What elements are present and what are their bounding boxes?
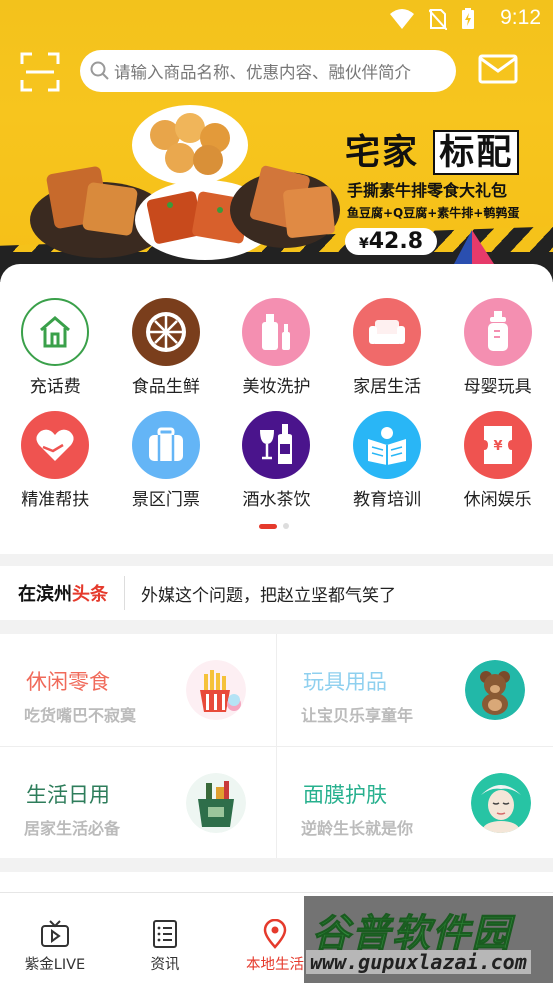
- wine-icon: [242, 411, 311, 479]
- category-item-aid[interactable]: 精准帮扶: [0, 411, 111, 510]
- status-bar: 9:12: [0, 0, 553, 40]
- promo-cards: 休闲零食 吃货嘴巴不寂寞 玩具用品 让宝贝乐享童年 生活日用 居家生活必备 面膜…: [0, 634, 553, 858]
- promo-card-skincare[interactable]: 面膜护肤 逆龄生长就是你: [277, 747, 553, 859]
- news-brand-b: 头条: [72, 584, 108, 605]
- card-subtitle: 居家生活必备: [24, 819, 121, 838]
- category-item-cosmetics[interactable]: 美妆洗护: [221, 298, 332, 397]
- card-title: 面膜护肤: [303, 783, 387, 807]
- card-subtitle: 逆龄生长就是你: [301, 819, 414, 838]
- category-grid: 充话费 食品生鲜 美妆洗护 家居生活 母婴玩具 精准帮扶 景区门票 酒水茶饮 教…: [0, 298, 553, 510]
- category-label: 家居生活: [353, 377, 422, 397]
- category-item-baby[interactable]: 母婴玩具: [442, 298, 553, 397]
- face-mask-icon: [471, 773, 531, 833]
- message-icon[interactable]: [478, 54, 518, 86]
- nav-item-live[interactable]: 紫金LIVE: [0, 893, 110, 983]
- promo-card-toys[interactable]: 玩具用品 让宝贝乐享童年: [277, 634, 553, 746]
- category-panel: 充话费 食品生鲜 美妆洗护 家居生活 母婴玩具 精准帮扶 景区门票 酒水茶饮 教…: [0, 264, 553, 554]
- battery-charging-icon: [462, 8, 474, 29]
- category-label: 充话费: [29, 377, 81, 397]
- banner-title-b: 标配: [433, 130, 520, 175]
- category-label: 酒水茶饮: [242, 490, 311, 510]
- no-sim-icon: [429, 9, 447, 30]
- food-illustration: [30, 105, 340, 260]
- category-item-tickets[interactable]: 景区门票: [111, 411, 222, 510]
- status-icons: [389, 8, 475, 30]
- category-label: 美妆洗护: [242, 377, 311, 397]
- baby-bottle-icon: [463, 298, 532, 366]
- card-title: 玩具用品: [303, 670, 387, 694]
- category-label: 母婴玩具: [463, 377, 532, 397]
- wifi-icon: [390, 9, 414, 29]
- orange-icon: [131, 298, 200, 366]
- watermark: 谷普软件园 www.gupuxlazai.com: [304, 896, 553, 983]
- category-label: 景区门票: [131, 490, 200, 510]
- price-currency: ¥: [359, 236, 369, 252]
- page-indicator: [259, 523, 289, 529]
- nav-label: 本地生活: [246, 957, 304, 973]
- category-item-food[interactable]: 食品生鲜: [111, 298, 222, 397]
- nav-label: 紫金LIVE: [24, 957, 86, 973]
- book-icon: [353, 411, 422, 479]
- promo-banner[interactable]: 9:12 请输入商品名称、优惠内容、融伙伴简介 宅家 标配 手撕素牛排零食大礼包…: [0, 0, 553, 282]
- category-item-education[interactable]: 教育培训: [332, 411, 443, 510]
- price-value: 42.8: [368, 229, 424, 254]
- house-icon: [21, 298, 90, 366]
- banner-subtitle: 手撕素牛排零食大礼包: [347, 181, 508, 200]
- banner-title-a: 宅家: [345, 132, 420, 173]
- teddy-bear-icon: [465, 660, 525, 720]
- nav-item-news[interactable]: 资讯: [110, 893, 220, 983]
- watermark-title: 谷普软件园: [311, 911, 513, 956]
- promo-card-snacks[interactable]: 休闲零食 吃货嘴巴不寂寞: [0, 634, 276, 746]
- banner-title: 宅家 标配: [345, 124, 520, 175]
- search-icon: [90, 61, 109, 80]
- heart-hands-icon: [21, 411, 90, 479]
- news-ticker[interactable]: 在滨州头条 外媒这个问题，把赵立坚都气笑了: [0, 566, 553, 620]
- content-strip: [0, 872, 553, 892]
- cosmetics-icon: [242, 298, 311, 366]
- ticket-icon: ¥: [463, 411, 532, 479]
- category-label: 休闲娱乐: [463, 490, 532, 510]
- card-subtitle: 吃货嘴巴不寂寞: [24, 706, 137, 725]
- banner-price: ¥42.8: [345, 228, 438, 255]
- divider: [124, 576, 125, 610]
- category-label: 教育培训: [353, 490, 422, 510]
- news-headline[interactable]: 外媒这个问题，把赵立坚都气笑了: [141, 581, 396, 606]
- page-indicator-dot: [283, 523, 289, 529]
- news-brand-a: 在滨州: [18, 584, 72, 605]
- status-time: 9:12: [500, 6, 541, 29]
- svg-text:¥: ¥: [493, 439, 502, 454]
- scan-icon[interactable]: [20, 52, 60, 92]
- brand-logo-icon: [454, 230, 494, 264]
- news-brand: 在滨州头条: [18, 580, 108, 606]
- card-subtitle: 让宝贝乐享童年: [301, 706, 414, 725]
- luggage-icon: [131, 411, 200, 479]
- fries-icon: [186, 660, 246, 720]
- category-item-leisure[interactable]: ¥ 休闲娱乐: [442, 411, 553, 510]
- promo-card-daily[interactable]: 生活日用 居家生活必备: [0, 747, 276, 859]
- category-label: 精准帮扶: [21, 490, 90, 510]
- category-item-home[interactable]: 家居生活: [332, 298, 443, 397]
- banner-detail: 鱼豆腐+Q豆腐+素牛排+鹌鹑蛋: [347, 206, 520, 220]
- page-indicator-active: [259, 523, 277, 529]
- list-icon: [153, 920, 177, 948]
- search-placeholder: 请输入商品名称、优惠内容、融伙伴简介: [114, 63, 411, 82]
- watermark-url: www.gupuxlazai.com: [306, 950, 531, 974]
- grocery-bag-icon: [186, 773, 246, 833]
- card-title: 休闲零食: [26, 670, 110, 694]
- nav-label: 资讯: [150, 957, 180, 973]
- search-input[interactable]: 请输入商品名称、优惠内容、融伙伴简介: [80, 50, 456, 92]
- tv-icon: [41, 920, 69, 947]
- card-title: 生活日用: [26, 783, 110, 807]
- category-label: 食品生鲜: [131, 377, 200, 397]
- category-item-drinks[interactable]: 酒水茶饮: [221, 411, 332, 510]
- category-item-recharge[interactable]: 充话费: [0, 298, 111, 397]
- location-pin-icon: [263, 919, 287, 949]
- sofa-icon: [353, 298, 422, 366]
